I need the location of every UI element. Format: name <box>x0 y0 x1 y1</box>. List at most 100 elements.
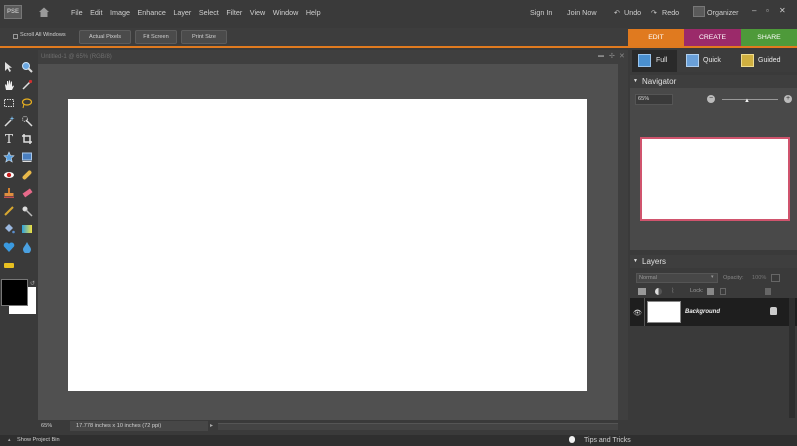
blur-tool-icon[interactable] <box>20 240 34 254</box>
zoom-slider-handle[interactable]: ▲ <box>744 98 750 104</box>
link-layer-icon[interactable]: ⌇ <box>671 287 674 295</box>
tab-edit[interactable]: EDIT <box>628 29 684 47</box>
project-bin-toggle-icon[interactable]: ▴ <box>8 437 11 443</box>
marquee-tool-icon[interactable] <box>2 96 16 110</box>
new-layer-icon[interactable] <box>638 288 646 295</box>
red-eye-tool-icon[interactable] <box>2 168 16 182</box>
shape-tool-icon[interactable] <box>2 240 16 254</box>
lock-label: Lock: <box>690 288 704 294</box>
swap-colors-icon[interactable]: ↺ <box>30 280 35 287</box>
info-menu-icon[interactable]: ▸ <box>210 422 213 429</box>
cookie-cutter-tool-icon[interactable] <box>2 150 16 164</box>
eyedropper-tool-icon[interactable] <box>20 78 34 92</box>
opacity-stepper[interactable] <box>771 274 780 282</box>
menu-edit[interactable]: Edit <box>90 8 102 17</box>
doc-maximize-icon[interactable]: ✢ <box>609 52 615 60</box>
navigator-title: Navigator <box>642 77 677 86</box>
organizer-icon[interactable] <box>693 6 705 17</box>
sign-in-link[interactable]: Sign In <box>530 8 552 17</box>
tab-guided[interactable]: Guided <box>758 50 781 72</box>
navigator-preview[interactable] <box>640 137 790 221</box>
paint-bucket-tool-icon[interactable] <box>2 222 16 236</box>
eraser-tool-icon[interactable] <box>20 186 34 200</box>
full-edit-icon[interactable] <box>638 54 651 67</box>
menu-filter[interactable]: Filter <box>226 8 242 17</box>
zoom-out-icon[interactable]: − <box>707 95 715 103</box>
redo-button[interactable]: Redo <box>662 8 679 17</box>
magic-wand-tool-icon[interactable] <box>2 114 16 128</box>
move-tool-icon[interactable] <box>2 60 16 74</box>
tab-share[interactable]: SHARE <box>741 29 797 47</box>
brush-tool-icon[interactable] <box>2 204 16 218</box>
menu-enhance[interactable]: Enhance <box>137 8 165 17</box>
menu-image[interactable]: Image <box>110 8 130 17</box>
layers-scrollbar[interactable] <box>789 298 795 418</box>
type-tool-icon[interactable]: T <box>2 132 16 146</box>
opacity-value[interactable]: 100% <box>752 275 766 281</box>
lasso-tool-icon[interactable] <box>20 96 34 110</box>
smart-brush-tool-icon[interactable] <box>20 204 34 218</box>
blend-mode-select[interactable]: Normal <box>636 273 718 283</box>
doc-minimize-icon[interactable]: ▬ <box>598 53 604 59</box>
guided-edit-icon[interactable] <box>741 54 754 67</box>
join-now-link[interactable]: Join Now <box>567 8 597 17</box>
vertical-scrollbar[interactable] <box>618 64 628 420</box>
menu-view[interactable]: View <box>250 8 265 17</box>
crop-tool-icon[interactable] <box>20 132 34 146</box>
quick-edit-icon[interactable] <box>686 54 699 67</box>
undo-button[interactable]: Undo <box>624 8 641 17</box>
navigator-zoom-field[interactable]: 65% <box>635 94 673 105</box>
sponge-tool-icon[interactable] <box>2 258 16 272</box>
zoom-level[interactable]: 65% <box>41 423 52 429</box>
collapse-layers-icon[interactable]: ▼ <box>633 255 638 268</box>
document-size-info[interactable]: 17.778 inches x 10 inches (72 ppi) <box>70 421 208 431</box>
layer-name[interactable]: Background <box>685 309 720 315</box>
doc-close-icon[interactable]: ✕ <box>619 52 625 60</box>
collapse-navigator-icon[interactable]: ▼ <box>633 75 638 88</box>
redo-icon[interactable]: ↷ <box>651 8 657 17</box>
layer-thumbnail[interactable] <box>647 301 681 323</box>
tab-quick[interactable]: Quick <box>703 50 721 72</box>
main-menu: File Edit Image Enhance Layer Select Fil… <box>71 8 328 17</box>
minimize-icon[interactable]: – <box>752 6 756 15</box>
menu-help[interactable]: Help <box>306 8 321 17</box>
print-size-button[interactable]: Print Size <box>181 30 227 44</box>
close-icon[interactable]: ✕ <box>779 6 786 15</box>
document-title[interactable]: Untitled-1 @ 65% (RGB/8) <box>38 50 628 64</box>
zoom-slider[interactable] <box>722 99 778 100</box>
hand-tool-icon[interactable] <box>2 78 16 92</box>
scroll-all-checkbox[interactable] <box>13 34 18 39</box>
navigator-header[interactable]: ▼ Navigator <box>630 75 797 88</box>
lock-transparent-icon[interactable] <box>707 288 714 295</box>
menu-window[interactable]: Window <box>273 8 299 17</box>
home-icon[interactable] <box>38 6 50 18</box>
lock-all-icon[interactable] <box>720 288 726 295</box>
document-canvas[interactable] <box>68 99 587 391</box>
tab-full[interactable]: Full <box>656 50 667 72</box>
actual-pixels-button[interactable]: Actual Pixels <box>79 30 131 44</box>
undo-icon[interactable]: ↶ <box>614 8 620 17</box>
menu-select[interactable]: Select <box>199 8 219 17</box>
spot-healing-tool-icon[interactable] <box>20 168 34 182</box>
zoom-tool-icon[interactable] <box>20 60 34 74</box>
blend-chevron-down-icon[interactable]: ▾ <box>711 274 714 280</box>
organizer-button[interactable]: Organizer <box>707 8 739 17</box>
visibility-eye-icon[interactable]: 👁 <box>633 309 642 317</box>
clone-stamp-tool-icon[interactable] <box>2 186 16 200</box>
restore-icon[interactable]: ▫ <box>766 6 769 15</box>
menu-file[interactable]: File <box>71 8 83 17</box>
menu-layer[interactable]: Layer <box>173 8 191 17</box>
gradient-tool-icon[interactable] <box>20 222 34 236</box>
trash-icon[interactable] <box>765 288 771 295</box>
straighten-tool-icon[interactable] <box>20 150 34 164</box>
tips-and-tricks-button[interactable]: Tips and Tricks <box>584 437 631 444</box>
fit-screen-button[interactable]: Fit Screen <box>135 30 177 44</box>
layers-header[interactable]: ▼ Layers <box>630 255 797 268</box>
zoom-in-icon[interactable]: + <box>784 95 792 103</box>
selection-brush-tool-icon[interactable] <box>20 114 34 128</box>
tab-create[interactable]: CREATE <box>684 29 741 47</box>
horizontal-scrollbar[interactable] <box>218 423 618 430</box>
show-project-bin-button[interactable]: Show Project Bin <box>17 437 60 443</box>
foreground-color-swatch[interactable] <box>1 279 28 306</box>
adjustment-layer-icon[interactable] <box>655 288 662 295</box>
